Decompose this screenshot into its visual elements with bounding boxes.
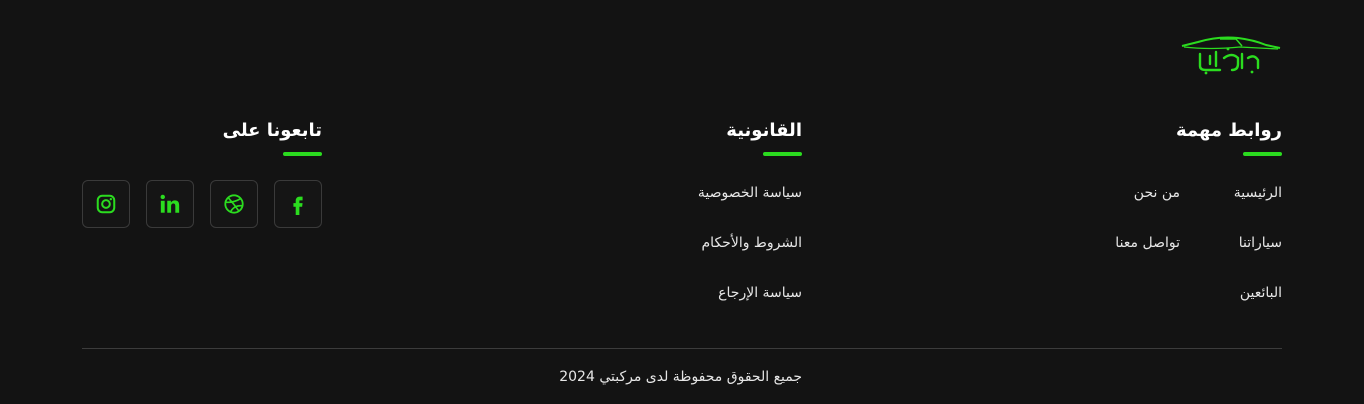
follow-us-title: تابعونا على — [222, 120, 322, 141]
facebook-button[interactable] — [274, 180, 322, 228]
follow-us-underline — [283, 152, 322, 156]
car-logo-icon — [1181, 36, 1281, 75]
link-contact-us[interactable]: تواصل معنا — [1115, 233, 1180, 253]
legal-title: القانونية — [726, 120, 802, 141]
instagram-icon — [96, 194, 116, 214]
important-links-underline — [1243, 152, 1282, 156]
important-links-title: روابط مهمة — [1175, 120, 1282, 141]
dribbble-button[interactable] — [210, 180, 258, 228]
dribbble-icon — [224, 194, 244, 214]
link-home[interactable]: الرئيسية — [1234, 183, 1282, 203]
footer-divider — [82, 348, 1282, 349]
link-terms[interactable]: الشروط والأحكام — [702, 233, 802, 253]
linkedin-icon — [160, 194, 180, 213]
instagram-button[interactable] — [82, 180, 130, 228]
link-about-us[interactable]: من نحن — [1134, 183, 1180, 203]
link-privacy-policy[interactable]: سياسة الخصوصية — [698, 183, 802, 203]
link-return-policy[interactable]: سياسة الإرجاع — [718, 283, 802, 303]
link-our-cars[interactable]: سياراتنا — [1239, 233, 1282, 253]
linkedin-button[interactable] — [146, 180, 194, 228]
facebook-icon — [293, 196, 303, 215]
link-sellers[interactable]: البائعين — [1240, 283, 1282, 303]
legal-underline — [763, 152, 802, 156]
brand-logo[interactable] — [1180, 34, 1282, 76]
copyright-text: جميع الحقوق محفوظة لدى مركبتي 2024 — [559, 369, 802, 385]
site-footer: روابط مهمة الرئيسية سياراتنا البائعين من… — [0, 0, 1364, 404]
